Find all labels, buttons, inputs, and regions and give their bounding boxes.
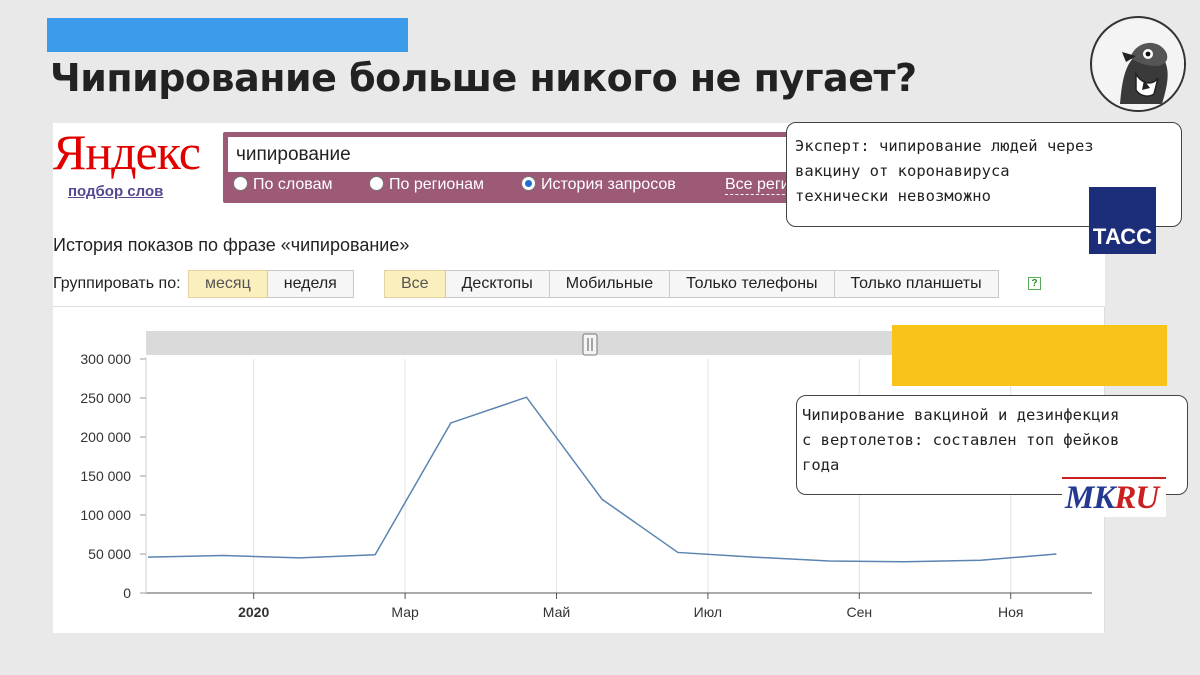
y-tick-label: 200 000 — [80, 429, 131, 445]
radio-label: По регионам — [389, 176, 485, 193]
history-title: История показов по фразе «чипирование» — [53, 235, 410, 255]
data-point[interactable] — [222, 554, 226, 558]
device-filter-buttons: Все Десктопы Мобильные Только телефоны Т… — [384, 270, 999, 298]
radio-circle-icon — [369, 176, 384, 191]
data-point[interactable] — [146, 555, 150, 559]
x-tick-label: Ноя — [998, 604, 1023, 620]
x-tick-label: Сен — [846, 604, 872, 620]
range-selector-handle[interactable] — [582, 333, 598, 356]
mkru-logo: MKRU — [1062, 477, 1166, 517]
yellow-highlight-block — [892, 325, 1167, 386]
slide-title: Чипирование больше никого не пугает? — [50, 56, 917, 100]
data-point[interactable] — [297, 556, 301, 560]
device-all-button[interactable]: Все — [384, 270, 446, 298]
mk-logo-part: MK — [1065, 480, 1115, 516]
all-regions-link[interactable]: Все реги — [725, 176, 790, 195]
help-icon[interactable]: ? — [1028, 277, 1041, 290]
data-point[interactable] — [676, 550, 680, 554]
x-tick-label: Мар — [391, 604, 419, 620]
radio-label: По словам — [253, 176, 333, 193]
y-tick-label: 150 000 — [80, 468, 131, 484]
group-month-button[interactable]: месяц — [188, 270, 268, 298]
radio-selected-icon — [521, 176, 536, 191]
data-point[interactable] — [979, 558, 983, 562]
radio-history[interactable]: История запросов — [521, 176, 676, 194]
y-tick-label: 300 000 — [80, 351, 131, 367]
data-point[interactable] — [525, 395, 529, 399]
data-point[interactable] — [1054, 552, 1058, 556]
tass-logo: ТАСС — [1089, 187, 1156, 254]
y-tick-label: 100 000 — [80, 507, 131, 523]
bird-illustration-icon — [1094, 20, 1184, 110]
data-point[interactable] — [600, 497, 604, 501]
device-desktop-button[interactable]: Десктопы — [444, 270, 550, 298]
accent-bar — [47, 18, 408, 52]
ru-logo-part: RU — [1114, 480, 1159, 516]
device-mobile-button[interactable]: Мобильные — [548, 270, 671, 298]
y-tick-label: 250 000 — [80, 390, 131, 406]
data-point[interactable] — [449, 421, 453, 425]
device-phones-button[interactable]: Только телефоны — [669, 270, 835, 298]
author-avatar — [1090, 16, 1186, 112]
group-by-buttons: месяц неделя — [188, 270, 354, 298]
data-point[interactable] — [373, 553, 377, 557]
data-point[interactable] — [903, 560, 907, 564]
wordstat-link[interactable]: подбор слов — [68, 183, 163, 200]
y-tick-label: 0 — [123, 585, 131, 601]
data-point[interactable] — [827, 559, 831, 563]
radio-by-regions[interactable]: По регионам — [369, 176, 484, 194]
radio-by-words[interactable]: По словам — [233, 176, 332, 194]
radio-circle-icon — [233, 176, 248, 191]
x-tick-label: Май — [543, 604, 570, 620]
group-week-button[interactable]: неделя — [266, 270, 354, 298]
x-tick-label: 2020 — [238, 604, 269, 620]
device-tablets-button[interactable]: Только планшеты — [833, 270, 999, 298]
yandex-logo: Яндекс — [53, 124, 201, 180]
group-label: Группировать по: — [53, 275, 181, 292]
data-point[interactable] — [752, 555, 756, 559]
y-tick-label: 50 000 — [88, 546, 131, 562]
radio-label: История запросов — [541, 176, 676, 193]
x-tick-label: Июл — [694, 604, 722, 620]
